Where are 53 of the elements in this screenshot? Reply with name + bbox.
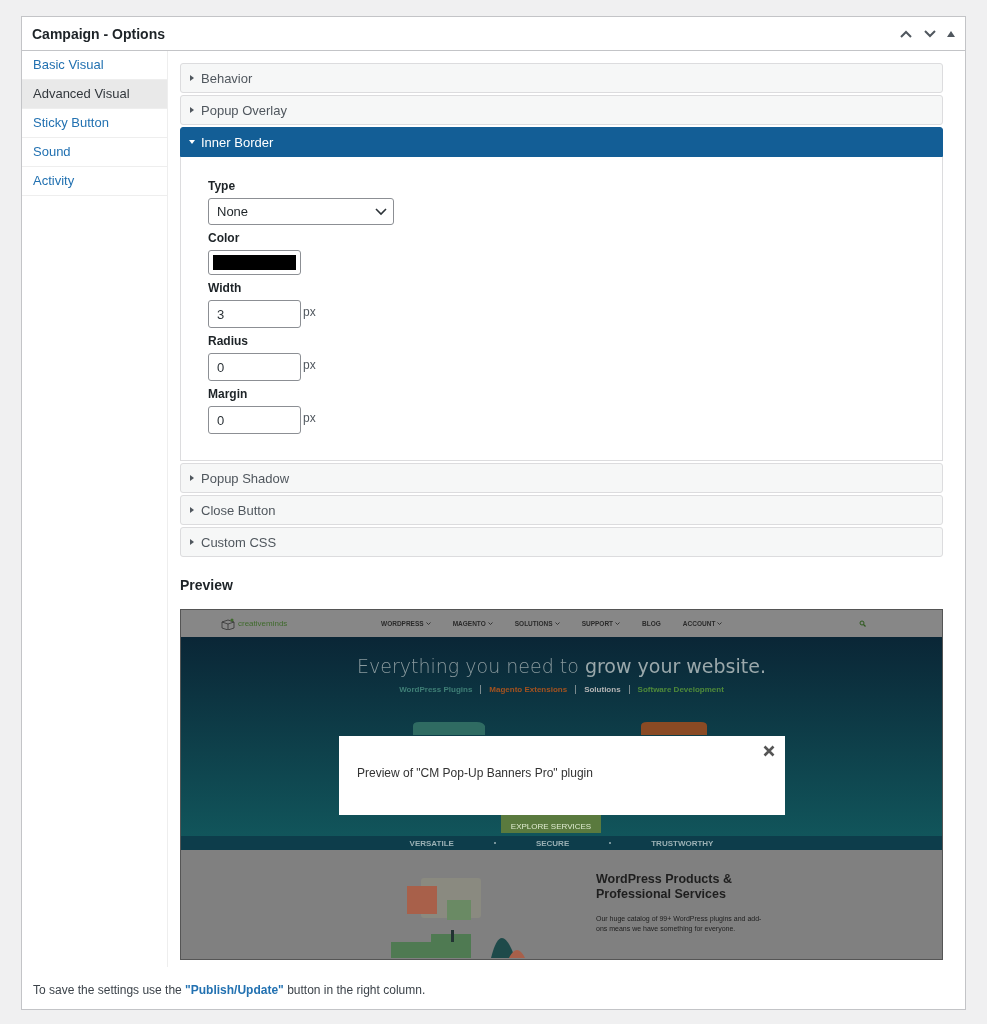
field-label: Type: [208, 179, 236, 193]
website-logo-text: creativeminds: [238, 619, 288, 628]
sidebar-tab[interactable]: Activity: [22, 167, 167, 196]
caret-right-icon: [189, 539, 195, 545]
section-header[interactable]: Close Button: [180, 495, 943, 525]
value-label: TRUSTWORTHY: [651, 838, 714, 848]
chevron-down-icon: [615, 621, 621, 626]
color-picker[interactable]: [208, 250, 301, 275]
field-label: Color: [208, 231, 240, 245]
chevron-down-icon: [554, 621, 560, 626]
website-category-link[interactable]: Software Development: [637, 685, 724, 694]
triangle-up-icon[interactable]: [947, 30, 955, 37]
field-label: Margin: [208, 387, 248, 401]
section-header[interactable]: Custom CSS: [180, 527, 943, 557]
unit-label: px: [303, 305, 316, 319]
unit-label: px: [303, 411, 316, 425]
field-label: Radius: [208, 334, 248, 348]
preview-heading: Preview: [180, 577, 233, 593]
section-header[interactable]: Inner Border: [180, 127, 943, 157]
website-category-link[interactable]: Solutions: [584, 685, 621, 694]
sidebar-tab[interactable]: Advanced Visual: [22, 80, 167, 109]
box-illustration-drawing: [639, 721, 709, 735]
website-headline: Everything you need to grow your website.: [357, 655, 766, 677]
chevron-down-icon: [717, 621, 723, 626]
close-icon[interactable]: [763, 745, 775, 757]
caret-right-icon: [189, 507, 195, 513]
caret-right-icon: [189, 75, 195, 81]
publish-update-link[interactable]: "Publish/Update": [185, 983, 284, 997]
caret-right-icon: [189, 107, 195, 113]
unit-label: px: [303, 358, 316, 372]
number-field[interactable]: 0: [208, 353, 301, 381]
value-label: VERSATILE: [409, 838, 454, 848]
section-header[interactable]: Popup Shadow: [180, 463, 943, 493]
value-label: SECURE: [535, 838, 570, 848]
caret-right-icon: [189, 475, 195, 481]
chevron-down-icon: [487, 621, 493, 626]
type-select[interactable]: None: [208, 198, 394, 225]
sidebar-tab[interactable]: Sound: [22, 138, 167, 167]
sidebar-tab[interactable]: Sticky Button: [22, 109, 167, 138]
box-logo-icon: [221, 617, 235, 630]
chevron-down-icon: [375, 207, 387, 216]
field-label: Width: [208, 281, 242, 295]
number-field[interactable]: 3: [208, 300, 301, 328]
number-field[interactable]: 0: [208, 406, 301, 434]
section-header[interactable]: Behavior: [180, 63, 943, 93]
chevron-down-icon: [425, 621, 431, 626]
save-hint-text: To save the settings use the "Publish/Update" button in the right column.: [32, 982, 427, 999]
panel-title: Campaign - Options: [32, 25, 166, 42]
section-header[interactable]: Popup Overlay: [180, 95, 943, 125]
website-section-heading: WordPress Products & Professional Services: [596, 872, 733, 902]
caret-down-icon: [189, 139, 195, 145]
website-category-link[interactable]: WordPress Plugins: [399, 685, 473, 694]
popup-text: Preview of "CM Pop-Up Banners Pro" plugin: [357, 766, 593, 780]
